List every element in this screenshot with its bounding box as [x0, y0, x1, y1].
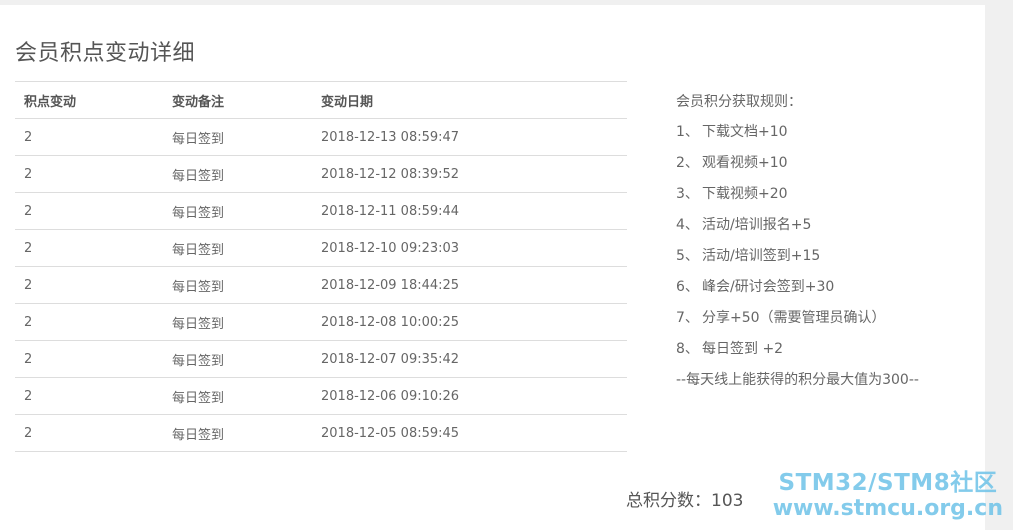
rule-text: 活动/培训报名+5 [702, 217, 812, 233]
cell-remark: 每日签到 [163, 303, 312, 341]
table-row: 2 每日签到 2018-12-12 08:39:52 [15, 155, 627, 193]
cell-points-change: 2 [15, 155, 163, 193]
cell-points-change: 2 [15, 414, 163, 452]
cell-date: 2018-12-10 09:23:03 [312, 229, 627, 267]
rule-number: 1、 [676, 124, 699, 140]
cell-remark: 每日签到 [163, 192, 312, 230]
list-item: 1、 下载文档+10 [676, 117, 919, 148]
cell-points-change: 2 [15, 340, 163, 378]
rule-text: 下载视频+20 [702, 186, 788, 202]
table-row: 2 每日签到 2018-12-06 09:10:26 [15, 377, 627, 415]
points-history-table: 积点变动 变动备注 变动日期 2 每日签到 2018-12-13 08:59:4… [15, 81, 627, 452]
rules-title: 会员积分获取规则： [676, 94, 802, 110]
column-header-remark: 变动备注 [163, 81, 312, 119]
page-title: 会员积点变动详细 [15, 41, 196, 66]
rule-text: 下载文档+10 [702, 124, 788, 140]
cell-points-change: 2 [15, 266, 163, 304]
cell-date: 2018-12-05 08:59:45 [312, 414, 627, 452]
list-item: 8、 每日签到 +2 [676, 334, 919, 365]
cell-date: 2018-12-07 09:35:42 [312, 340, 627, 378]
table-row: 2 每日签到 2018-12-07 09:35:42 [15, 340, 627, 378]
table-row: 2 每日签到 2018-12-10 09:23:03 [15, 229, 627, 267]
cell-points-change: 2 [15, 118, 163, 156]
list-item: 2、 观看视频+10 [676, 148, 919, 179]
table-row: 2 每日签到 2018-12-05 08:59:45 [15, 414, 627, 452]
watermark-line-2: www.stmcu.org.cn [772, 496, 1003, 521]
site-watermark: STM32/STM8社区 www.stmcu.org.cn [773, 470, 1003, 522]
cell-points-change: 2 [15, 377, 163, 415]
points-detail-card: 会员积点变动详细 积点变动 变动备注 变动日期 2 每日签到 2018-12-1… [0, 5, 985, 530]
rule-text: 峰会/研讨会签到+30 [702, 279, 835, 295]
list-item: 7、 分享+50（需要管理员确认） [676, 303, 919, 334]
total-points: 总积分数：103 [626, 486, 743, 511]
cell-remark: 每日签到 [163, 377, 312, 415]
cell-remark: 每日签到 [163, 155, 312, 193]
rule-text: 活动/培训签到+15 [702, 248, 821, 264]
rule-number: 4、 [676, 217, 699, 233]
points-rules-panel: 会员积分获取规则： 1、 下载文档+10 2、 观看视频+10 3、 下载视频+20 … [676, 87, 919, 396]
cell-remark: 每日签到 [163, 340, 312, 378]
column-header-date: 变动日期 [312, 81, 627, 119]
table-row: 2 每日签到 2018-12-11 08:59:44 [15, 192, 627, 230]
table-row: 2 每日签到 2018-12-13 08:59:47 [15, 118, 627, 156]
rule-number: 2、 [676, 155, 699, 171]
cell-date: 2018-12-06 09:10:26 [312, 377, 627, 415]
rule-number: 3、 [676, 186, 699, 202]
rule-number: 8、 [676, 341, 699, 357]
list-item: 4、 活动/培训报名+5 [676, 210, 919, 241]
cell-date: 2018-12-11 08:59:44 [312, 192, 627, 230]
table-row: 2 每日签到 2018-12-08 10:00:25 [15, 303, 627, 341]
cell-points-change: 2 [15, 229, 163, 267]
cell-points-change: 2 [15, 192, 163, 230]
cell-remark: 每日签到 [163, 229, 312, 267]
watermark-line-1: STM32/STM8社区 [778, 470, 998, 496]
rule-number: 7、 [676, 310, 699, 326]
rule-text: 观看视频+10 [702, 155, 788, 171]
cell-remark: 每日签到 [163, 118, 312, 156]
daily-limit-note: --每天线上能获得的积分最大值为300-- [676, 372, 919, 388]
cell-date: 2018-12-12 08:39:52 [312, 155, 627, 193]
cell-date: 2018-12-13 08:59:47 [312, 118, 627, 156]
total-points-label: 总积分数： [626, 491, 711, 511]
table-header-row: 积点变动 变动备注 变动日期 [15, 81, 627, 119]
rule-text: 分享+50（需要管理员确认） [702, 310, 886, 326]
cell-remark: 每日签到 [163, 414, 312, 452]
rules-list: 1、 下载文档+10 2、 观看视频+10 3、 下载视频+20 4、 活动/培训报名+… [676, 117, 919, 365]
cell-points-change: 2 [15, 303, 163, 341]
rule-number: 6、 [676, 279, 699, 295]
cell-date: 2018-12-08 10:00:25 [312, 303, 627, 341]
column-header-points-change: 积点变动 [15, 81, 163, 119]
list-item: 3、 下载视频+20 [676, 179, 919, 210]
list-item: 5、 活动/培训签到+15 [676, 241, 919, 272]
table-row: 2 每日签到 2018-12-09 18:44:25 [15, 266, 627, 304]
rule-text: 每日签到 +2 [702, 341, 784, 357]
cell-remark: 每日签到 [163, 266, 312, 304]
total-points-value: 103 [711, 491, 744, 511]
rule-number: 5、 [676, 248, 699, 264]
cell-date: 2018-12-09 18:44:25 [312, 266, 627, 304]
list-item: 6、 峰会/研讨会签到+30 [676, 272, 919, 303]
